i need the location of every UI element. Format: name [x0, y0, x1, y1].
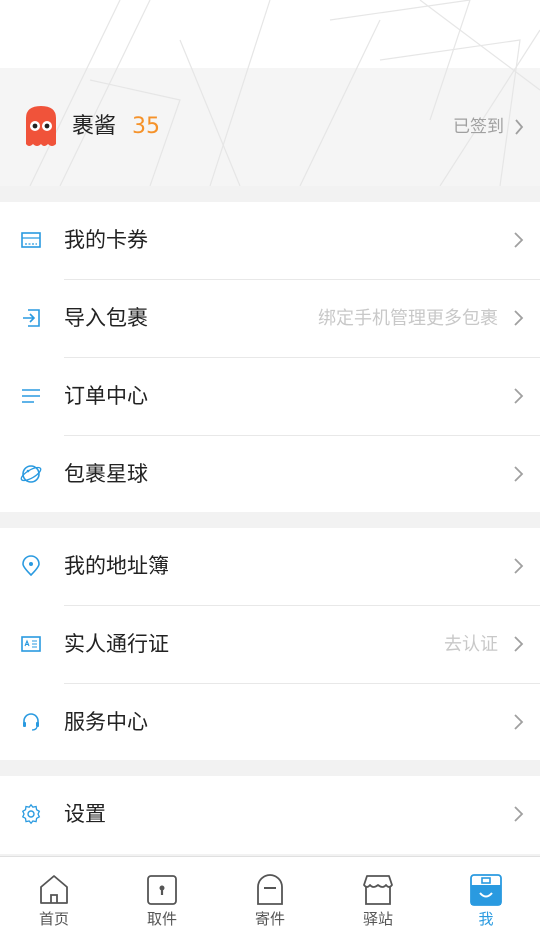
- menu-item-coupons[interactable]: 我的卡券: [21, 202, 540, 280]
- bottom-tab-bar: 首页 取件 寄件 驿站 我: [0, 856, 540, 929]
- location-pin-icon: [22, 555, 40, 577]
- tab-send[interactable]: 寄件: [216, 857, 324, 929]
- me-icon: [470, 874, 502, 906]
- import-icon: [23, 309, 40, 327]
- menu-item-hint: 绑定手机管理更多包裹: [318, 308, 498, 329]
- tab-home[interactable]: 首页: [0, 857, 108, 929]
- chevron-right-icon: [514, 714, 524, 730]
- gear-icon: [21, 803, 41, 825]
- menu-item-package-planet[interactable]: 包裹星球: [20, 436, 540, 513]
- tab-label: 寄件: [254, 910, 285, 928]
- points-count: 35: [132, 114, 160, 139]
- tab-pickup[interactable]: 取件: [108, 857, 216, 929]
- menu-item-real-id-pass[interactable]: 实人通行证 去认证: [21, 606, 540, 684]
- username: 裹酱: [72, 114, 117, 139]
- signin-status[interactable]: 已签到: [453, 113, 524, 141]
- pickup-icon: [147, 875, 177, 905]
- headset-icon: [23, 713, 39, 731]
- chevron-right-icon: [514, 558, 524, 574]
- tab-station[interactable]: 驿站: [324, 857, 432, 929]
- status-area: [0, 0, 540, 68]
- chevron-right-icon: [514, 232, 524, 248]
- list-icon: [22, 389, 40, 403]
- menu-item-label: 我的地址簿: [64, 554, 169, 578]
- tab-label: 取件: [146, 910, 177, 928]
- menu-item-address-book[interactable]: 我的地址簿: [22, 528, 540, 606]
- home-icon: [40, 875, 68, 904]
- signin-label: 已签到: [453, 117, 504, 137]
- chevron-right-icon: [514, 466, 524, 482]
- menu-item-import-package[interactable]: 导入包裹 绑定手机管理更多包裹: [23, 280, 540, 358]
- menu-group-3: 设置: [0, 776, 540, 854]
- avatar[interactable]: [22, 104, 60, 148]
- chevron-right-icon: [514, 388, 524, 404]
- menu-group-2: 我的地址簿 实人通行证 去认证 服务中心: [0, 528, 540, 760]
- tab-me[interactable]: 我: [432, 857, 540, 929]
- send-icon: [257, 874, 283, 905]
- menu-item-label: 订单中心: [64, 384, 148, 408]
- tab-label: 首页: [38, 910, 69, 928]
- tab-label: 我: [478, 910, 494, 928]
- menu-item-label: 我的卡券: [64, 228, 148, 252]
- coupon-icon: [21, 232, 41, 248]
- id-card-icon: [21, 636, 41, 652]
- menu-item-label: 导入包裹: [64, 306, 148, 330]
- me-page: 裹酱 35 已签到 我的卡券 导入包裹 绑定手机管理更多包裹 订单中心 包裹星球…: [0, 0, 540, 929]
- menu-item-order-center[interactable]: 订单中心: [22, 358, 540, 436]
- chevron-right-icon: [514, 310, 524, 326]
- station-icon: [363, 875, 393, 905]
- planet-icon: [20, 465, 42, 483]
- menu-item-settings[interactable]: 设置: [21, 776, 540, 853]
- menu-item-label: 服务中心: [64, 710, 148, 734]
- tab-label: 驿站: [362, 910, 393, 928]
- menu-item-hint: 去认证: [444, 634, 498, 655]
- menu-item-label: 设置: [64, 802, 106, 826]
- menu-item-label: 实人通行证: [64, 632, 169, 656]
- menu-item-label: 包裹星球: [64, 462, 148, 486]
- chevron-right-icon: [515, 119, 524, 135]
- chevron-right-icon: [514, 636, 524, 652]
- chevron-right-icon: [514, 806, 524, 822]
- menu-item-service-center[interactable]: 服务中心: [23, 684, 540, 761]
- menu-group-1: 我的卡券 导入包裹 绑定手机管理更多包裹 订单中心 包裹星球: [0, 202, 540, 512]
